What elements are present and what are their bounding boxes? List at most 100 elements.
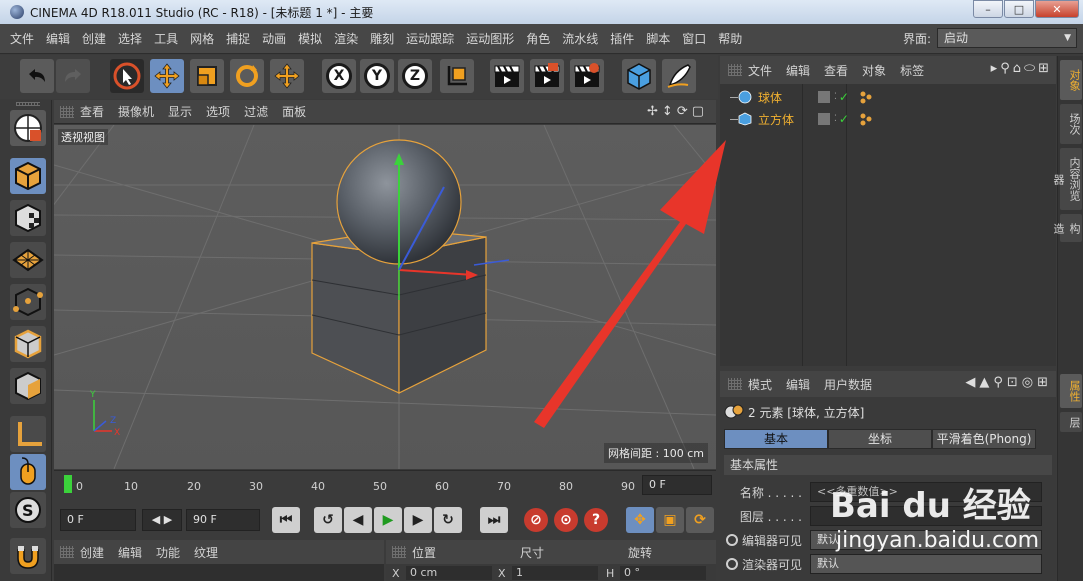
material-menu-create[interactable]: 创建 [80,544,104,561]
edges-mode-button[interactable] [10,326,46,362]
menu-help[interactable]: 帮助 [712,30,748,47]
pin-icon[interactable]: ◎ [1022,375,1037,390]
keyframe-selection-button[interactable]: ? [584,508,608,532]
menu-sculpt[interactable]: 雕刻 [364,30,400,47]
minimize-button[interactable]: – [973,0,1003,18]
move-tool-button[interactable] [150,59,184,93]
maximize-button[interactable]: □ [1004,0,1034,18]
menu-render[interactable]: 渲染 [328,30,364,47]
side-tab-content-browser[interactable]: 内容浏览器 [1052,148,1082,210]
menu-select[interactable]: 选择 [112,30,148,47]
live-selection-button[interactable] [110,59,144,93]
object-menu-tags[interactable]: 标签 [900,62,924,79]
menu-mograph[interactable]: 运动图形 [460,30,520,47]
tab-phong[interactable]: 平滑着色(Phong) [932,429,1036,449]
side-tab-takes[interactable]: 场次 [1060,104,1082,144]
tab-coordinates[interactable]: 坐标 [828,429,932,449]
y-axis-lock-button[interactable]: Y [360,59,394,93]
phong-tag-icon[interactable] [859,112,873,126]
recent-tool-button[interactable] [270,59,304,93]
menu-edit[interactable]: 编辑 [40,30,76,47]
texture-mode-button[interactable] [10,200,46,236]
material-manager-area[interactable] [54,564,384,581]
workplane-mode-button[interactable] [10,242,46,278]
material-menu-edit[interactable]: 编辑 [118,544,142,561]
current-frame-field[interactable]: 0 F [642,475,712,495]
make-editable-button[interactable] [10,110,46,146]
up-arrow-icon[interactable]: ▲ [979,375,993,390]
attribute-menu-user-data[interactable]: 用户数据 [824,376,872,393]
phong-tag-icon[interactable] [859,90,873,104]
basic-properties-section[interactable]: 基本属性 [724,455,1052,475]
coord-rotation-h-field[interactable]: 0 ° [620,566,706,580]
snap-button[interactable]: S [10,492,46,528]
record-rotation-button[interactable]: ⟳ [686,507,714,533]
redo-button[interactable] [56,59,90,93]
axis-mode-button[interactable] [10,416,46,452]
search-icon[interactable]: ⚲ [1000,61,1013,76]
object-row-cube[interactable]: 立方体 ⁚ ✓ [720,108,1056,130]
viewport-menu-options[interactable]: 选项 [206,103,230,120]
object-name[interactable]: 立方体 [758,111,816,128]
object-row-sphere[interactable]: 球体 ⁚ ✓ [720,86,1056,108]
object-name[interactable]: 球体 [758,89,816,106]
editor-visible-radio[interactable] [726,534,738,546]
layer-swatch-icon[interactable] [818,113,830,125]
material-menu-function[interactable]: 功能 [156,544,180,561]
go-to-start-button[interactable]: ⏮ [272,507,300,533]
viewport-menu-cameras[interactable]: 摄像机 [118,103,154,120]
points-mode-button[interactable] [10,284,46,320]
viewport-menu-display[interactable]: 显示 [168,103,192,120]
undo-button[interactable] [20,59,54,93]
coordinate-system-button[interactable] [440,59,474,93]
back-arrow-icon[interactable]: ◀ [965,375,979,390]
polygons-mode-button[interactable] [10,368,46,404]
filter-icon[interactable]: ⬭ [1024,61,1038,76]
side-tab-attributes[interactable]: 属性 [1060,374,1082,408]
autokey-button[interactable]: ⊙ [554,508,578,532]
menu-snap[interactable]: 捕捉 [220,30,256,47]
search-icon[interactable]: ⚲ [993,375,1007,390]
range-toggle[interactable]: ◀ ▶ [142,509,182,531]
pen-spline-button[interactable] [662,59,696,93]
menu-window[interactable]: 窗口 [676,30,712,47]
menu-pipeline[interactable]: 流水线 [556,30,604,47]
close-button[interactable]: ✕ [1035,0,1079,18]
menu-animate[interactable]: 动画 [256,30,292,47]
cube-object-button[interactable] [622,59,656,93]
menu-create[interactable]: 创建 [76,30,112,47]
go-to-end-button[interactable]: ⏭ [480,507,508,533]
side-tab-structure[interactable]: 构造 [1052,214,1082,242]
enabled-check-icon[interactable]: ✓ [839,90,849,104]
menu-file[interactable]: 文件 [4,30,40,47]
viewport-menu-filter[interactable]: 过滤 [244,103,268,120]
menu-simulate[interactable]: 模拟 [292,30,328,47]
render-to-picture-viewer-button[interactable] [530,59,564,93]
previous-key-button[interactable]: ↺ [314,507,342,533]
lock-icon[interactable]: ⊡ [1007,375,1022,390]
side-tab-layers[interactable]: 层 [1060,412,1082,432]
record-keys-button[interactable]: ⊘ [524,508,548,532]
object-menu-objects[interactable]: 对象 [862,62,886,79]
viewport-menu-panel[interactable]: 面板 [282,103,306,120]
menu-tools[interactable]: 工具 [148,30,184,47]
new-panel-icon[interactable]: ⊞ [1038,61,1052,76]
layer-swatch-icon[interactable] [818,91,830,103]
scale-tool-button[interactable] [190,59,224,93]
attribute-menu-edit[interactable]: 编辑 [786,376,810,393]
record-scale-button[interactable]: ▣ [656,507,684,533]
viewport-navigation-icons[interactable]: ✢↕⟳▢ [647,104,708,119]
visibility-dots-icon[interactable]: ⁚ [834,92,837,102]
menu-script[interactable]: 脚本 [640,30,676,47]
coord-position-x-field[interactable]: 0 cm [406,566,492,580]
rotate-tool-button[interactable] [230,59,264,93]
object-menu-edit[interactable]: 编辑 [786,62,810,79]
timeline-ruler[interactable]: 0 10 20 30 40 50 60 70 80 90 [64,474,636,496]
z-axis-lock-button[interactable]: Z [398,59,432,93]
previous-frame-button[interactable]: ◀ [344,507,372,533]
object-menu-view[interactable]: 查看 [824,62,848,79]
x-axis-lock-button[interactable]: X [322,59,356,93]
home-icon[interactable]: ⌂ [1013,61,1024,76]
end-frame-field[interactable]: 90 F [186,509,260,531]
menu-motion-tracking[interactable]: 运动跟踪 [400,30,460,47]
